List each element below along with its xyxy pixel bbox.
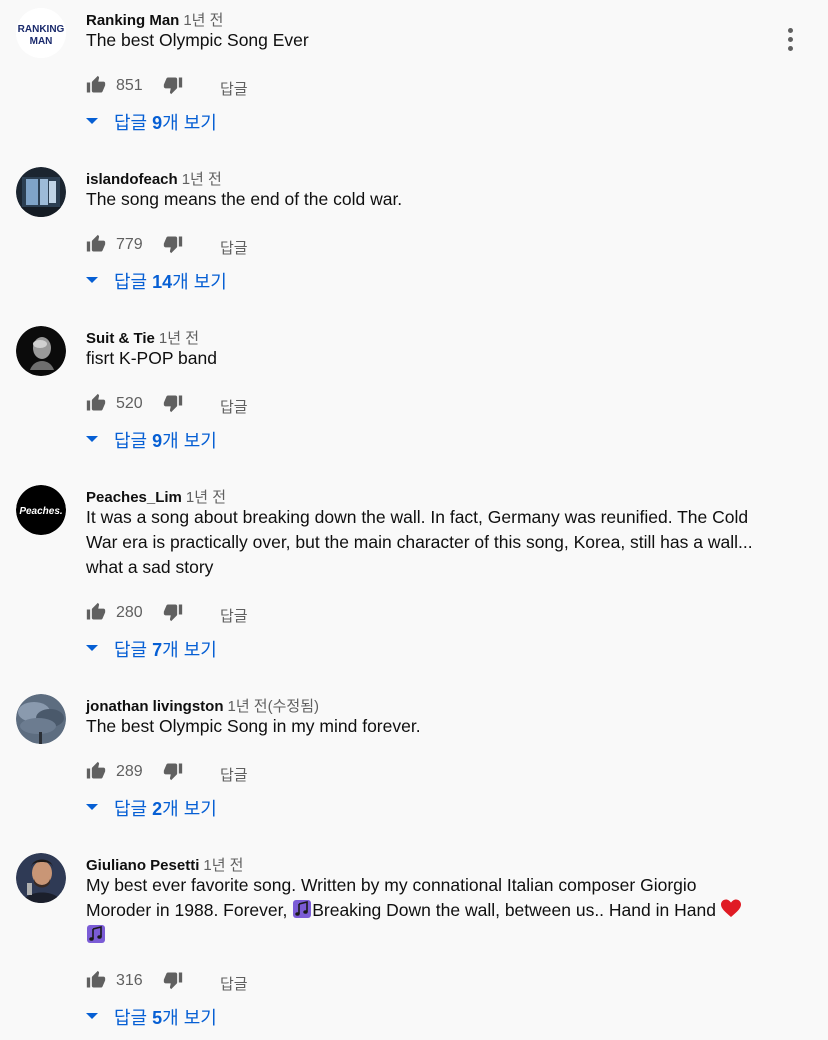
comment-time[interactable]: 1년 전 — [186, 489, 226, 506]
avatar[interactable]: RANKING MAN — [16, 8, 66, 58]
comment-text-part: Breaking Down the wall, between us.. Han… — [312, 900, 721, 920]
reply-button[interactable]: 답글 — [220, 237, 248, 258]
view-replies-label: 답글 2개 보기 — [114, 799, 217, 819]
thumbs-up-icon[interactable] — [86, 970, 106, 990]
comment-time[interactable]: 1년 전 — [183, 12, 223, 29]
musical-notes-icon — [293, 900, 312, 918]
like-count: 280 — [116, 604, 143, 621]
replies-count: 14 — [152, 272, 173, 292]
view-replies-label: 답글 9개 보기 — [114, 431, 217, 451]
avatar-logo-text: Peaches. — [19, 506, 62, 517]
caret-down-icon — [86, 645, 98, 651]
comment-header: Giuliano Pesetti 1년 전 — [86, 854, 243, 875]
avatar-logo-text: RANKING — [18, 24, 65, 35]
author-name[interactable]: Suit & Tie — [86, 330, 155, 347]
reply-button[interactable]: 답글 — [220, 396, 248, 417]
thumbs-down-icon[interactable] — [163, 393, 183, 413]
view-replies-label: 답글 9개 보기 — [114, 113, 217, 133]
author-name[interactable]: Peaches_Lim — [86, 489, 182, 506]
comment-header: Suit & Tie 1년 전 — [86, 327, 199, 348]
comment-header: islandofeach 1년 전 — [86, 168, 222, 189]
comment-header: Peaches_Lim 1년 전 — [86, 486, 226, 507]
replies-count: 9 — [152, 113, 163, 133]
avatar[interactable] — [16, 167, 66, 217]
comment-text: It was a song about breaking down the wa… — [86, 507, 753, 577]
thumbs-down-icon[interactable] — [163, 602, 183, 622]
author-name[interactable]: islandofeach — [86, 171, 178, 188]
reply-button[interactable]: 답글 — [220, 973, 248, 994]
comment-text: My best ever favorite song. Written by m… — [86, 873, 756, 948]
thumbs-up-icon[interactable] — [86, 75, 106, 95]
thumbs-down-icon[interactable] — [163, 970, 183, 990]
caret-down-icon — [86, 436, 98, 442]
author-name[interactable]: Ranking Man — [86, 12, 179, 29]
comment-header: jonathan livingston 1년 전(수정됨) — [86, 695, 319, 716]
view-replies-label: 답글 14개 보기 — [114, 272, 227, 292]
view-replies-label: 답글 7개 보기 — [114, 640, 217, 660]
dot-icon — [788, 28, 793, 33]
avatar[interactable] — [16, 853, 66, 903]
thumbs-down-icon[interactable] — [163, 234, 183, 254]
comment-text: The best Olympic Song Ever — [86, 30, 309, 50]
reply-button[interactable]: 답글 — [220, 764, 248, 785]
caret-down-icon — [86, 1013, 98, 1019]
like-count: 851 — [116, 77, 143, 94]
avatar-logo-text: MAN — [30, 36, 53, 47]
thumbs-up-icon[interactable] — [86, 761, 106, 781]
avatar[interactable]: Peaches. — [16, 485, 66, 535]
thumbs-down-icon[interactable] — [163, 761, 183, 781]
reply-button[interactable]: 답글 — [220, 605, 248, 626]
comment-text: The song means the end of the cold war. — [86, 189, 403, 209]
like-count: 520 — [116, 395, 143, 412]
caret-down-icon — [86, 804, 98, 810]
replies-count: 7 — [152, 640, 163, 660]
author-name[interactable]: Giuliano Pesetti — [86, 857, 199, 874]
like-count: 316 — [116, 972, 143, 989]
thumbs-down-icon[interactable] — [163, 75, 183, 95]
avatar[interactable] — [16, 326, 66, 376]
comment-time[interactable]: 1년 전(수정됨) — [228, 698, 320, 715]
thumbs-up-icon[interactable] — [86, 393, 106, 413]
comment-time[interactable]: 1년 전 — [159, 330, 199, 347]
comment-time[interactable]: 1년 전 — [182, 171, 222, 188]
caret-down-icon — [86, 277, 98, 283]
reply-button[interactable]: 답글 — [220, 78, 248, 99]
thumbs-up-icon[interactable] — [86, 234, 106, 254]
dot-icon — [788, 37, 793, 42]
comment-time[interactable]: 1년 전 — [203, 857, 243, 874]
dot-icon — [788, 46, 793, 51]
view-replies-label: 답글 5개 보기 — [114, 1008, 217, 1028]
like-count: 779 — [116, 236, 143, 253]
comment-text: fisrt K-POP band — [86, 348, 217, 368]
replies-count: 9 — [152, 431, 163, 451]
avatar[interactable] — [16, 694, 66, 744]
action-menu-button[interactable] — [780, 28, 802, 58]
caret-down-icon — [86, 118, 98, 124]
like-count: 289 — [116, 763, 143, 780]
replies-count: 5 — [152, 1008, 163, 1028]
replies-count: 2 — [152, 799, 163, 819]
author-name[interactable]: jonathan livingston — [86, 698, 224, 715]
comment-header: Ranking Man 1년 전 — [86, 9, 223, 30]
comment-text: The best Olympic Song in my mind forever… — [86, 716, 421, 736]
thumbs-up-icon[interactable] — [86, 602, 106, 622]
red-heart-icon — [720, 899, 741, 917]
musical-notes-icon — [87, 925, 105, 943]
